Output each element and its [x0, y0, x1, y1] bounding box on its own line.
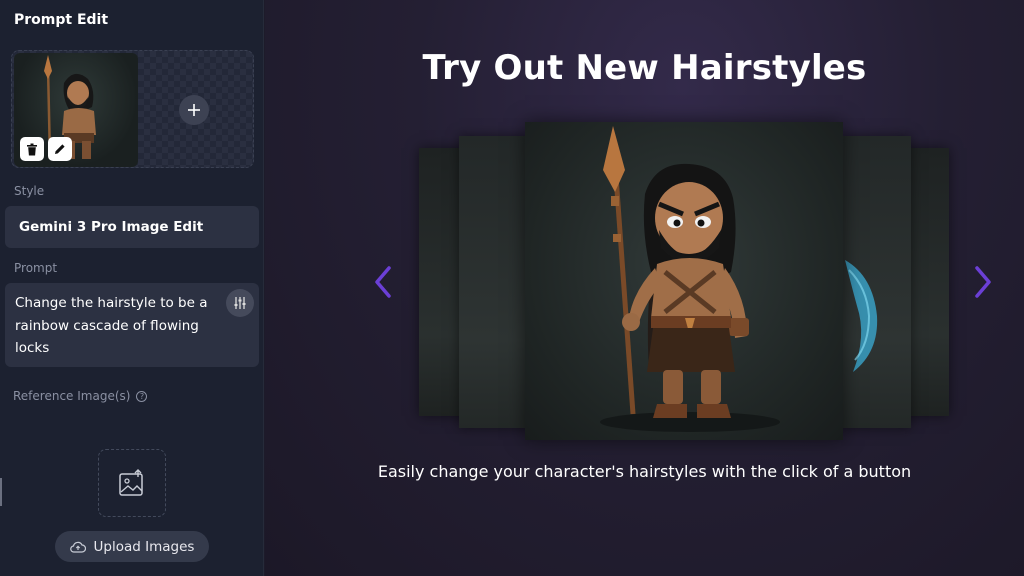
trash-icon [27, 143, 37, 155]
edit-image-button[interactable] [48, 137, 72, 161]
style-label: Style [14, 184, 45, 198]
reference-image-dropzone[interactable] [98, 449, 166, 517]
plus-icon [188, 104, 200, 116]
question-circle-icon[interactable]: ? [136, 390, 148, 402]
carousel-card-far-right[interactable] [905, 148, 949, 416]
prompt-textarea[interactable]: Change the hairstyle to be a rainbow cas… [5, 283, 259, 367]
pencil-icon [55, 144, 65, 154]
upload-images-button[interactable]: Upload Images [55, 531, 209, 562]
carousel-caption: Easily change your character's hairstyle… [377, 462, 912, 481]
add-image-button[interactable] [179, 95, 209, 125]
chevron-right-icon [975, 266, 991, 298]
carousel-next-button[interactable] [968, 262, 998, 302]
panel-title: Prompt Edit [14, 12, 109, 28]
image-upload-icon [119, 469, 143, 496]
carousel-card-active[interactable] [525, 122, 843, 440]
sliders-icon [234, 297, 246, 309]
image-thumbnail-area [11, 50, 254, 168]
delete-image-button[interactable] [20, 137, 44, 161]
reference-images-label: Reference Image(s) ? [13, 389, 148, 403]
sidebar: Prompt Edit Style Gemini 3 Pro Image Edi… [0, 0, 264, 576]
reference-images-label-text: Reference Image(s) [13, 389, 131, 403]
style-select[interactable]: Gemini 3 Pro Image Edit [5, 206, 259, 248]
main-content: Try Out New Hairstyles Easily change you… [265, 0, 1024, 576]
upload-images-label: Upload Images [93, 538, 195, 555]
prompt-text: Change the hairstyle to be a rainbow cas… [15, 295, 208, 356]
image-carousel [265, 0, 1024, 576]
cloud-upload-icon [69, 541, 86, 553]
blue-hair-preview [845, 260, 878, 372]
chevron-left-icon [375, 266, 391, 298]
prompt-settings-button[interactable] [226, 289, 254, 317]
prompt-label: Prompt [14, 261, 58, 275]
carousel-prev-button[interactable] [368, 262, 398, 302]
warrior-character-image [600, 126, 780, 432]
carousel-card-left[interactable] [459, 136, 529, 428]
scroll-indicator [0, 478, 2, 506]
style-select-value: Gemini 3 Pro Image Edit [19, 219, 204, 235]
